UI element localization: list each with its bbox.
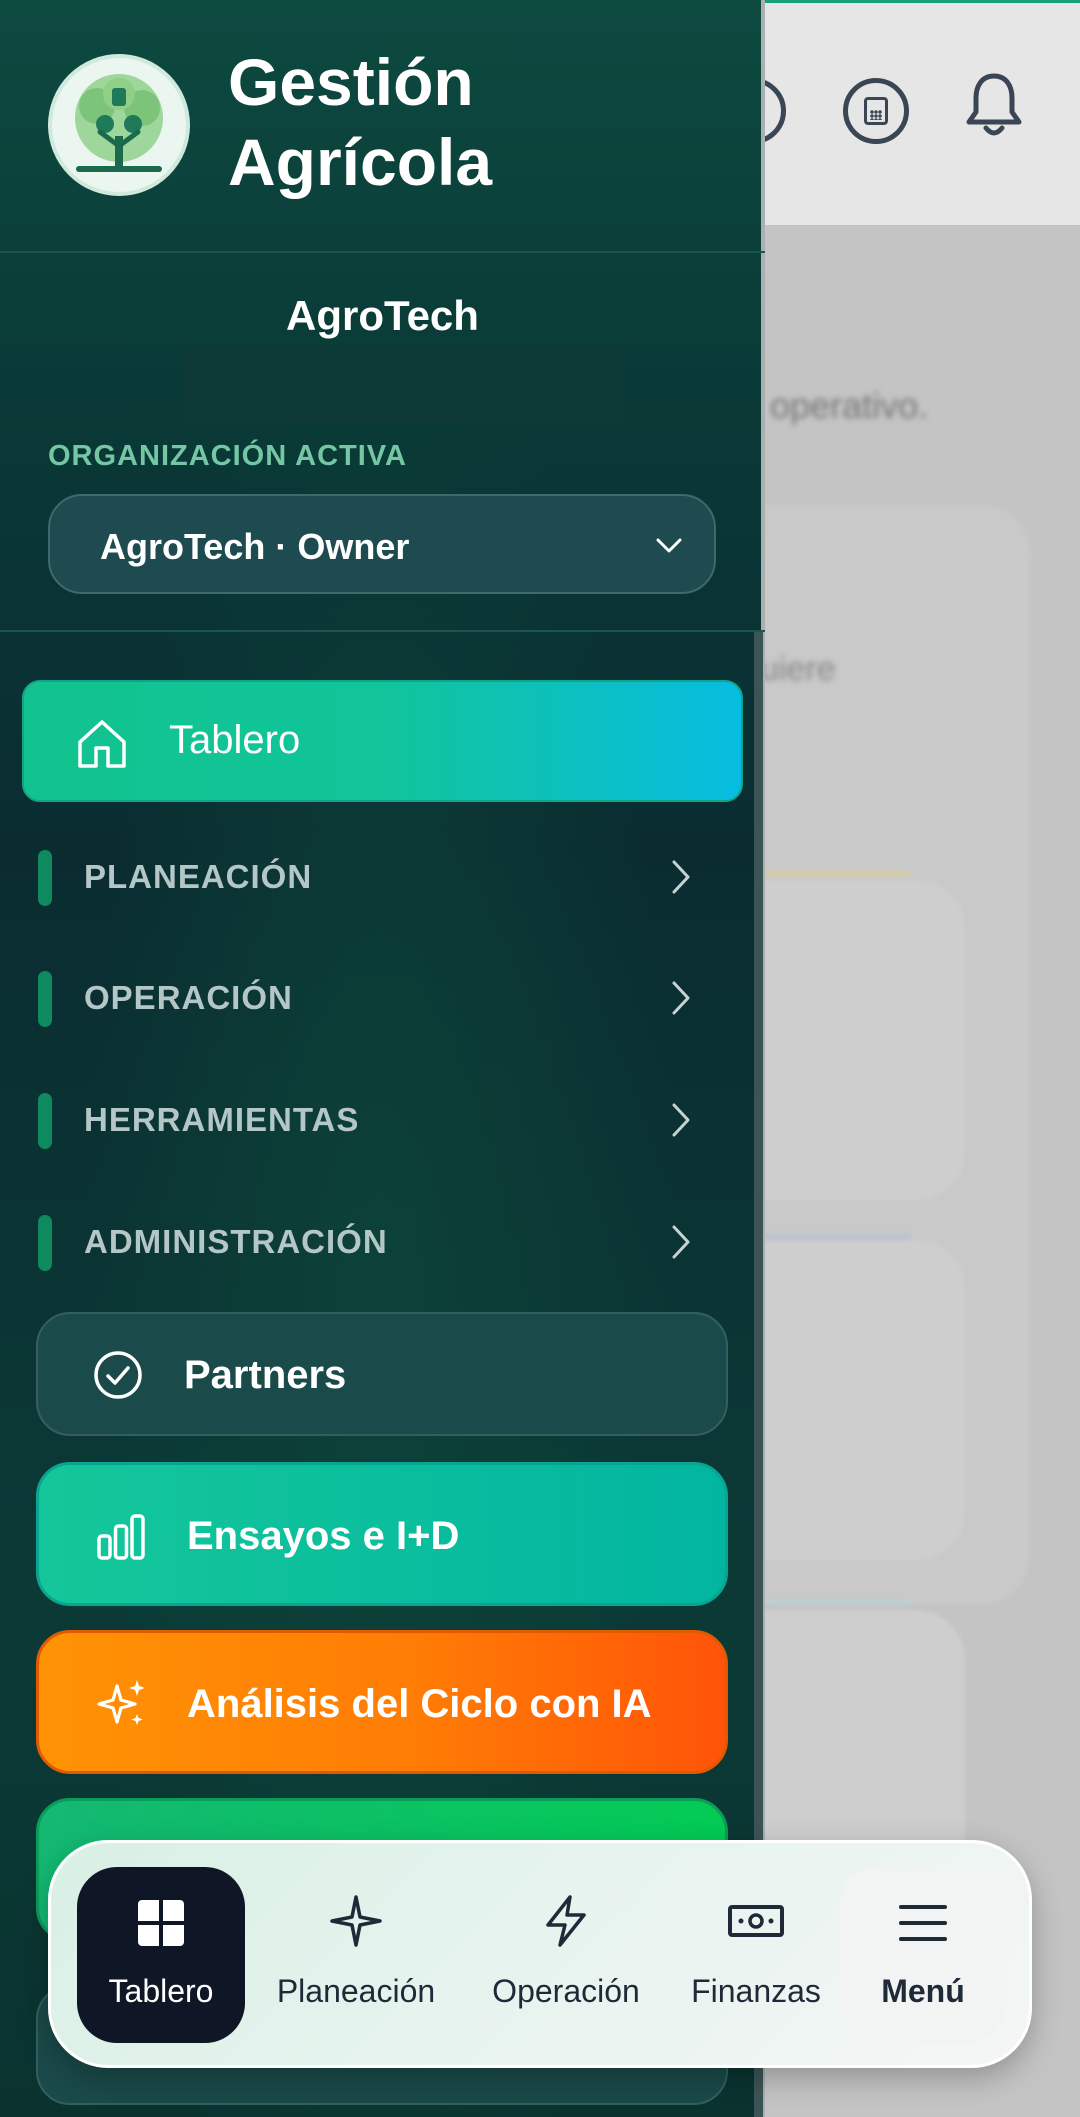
bottom-navigation: Tablero Planeación Operación Finanzas Me…	[48, 1840, 1032, 2068]
ai-analysis-button[interactable]: Análisis del Ciclo con IA	[36, 1630, 728, 1774]
nav-section-herramientas[interactable]: HERRAMIENTAS	[0, 1071, 765, 1161]
bottom-nav-label: Finanzas	[691, 1973, 821, 2009]
ensayos-button[interactable]: Ensayos e I+D	[36, 1462, 728, 1606]
brand-header: Gestión Agrícola	[0, 0, 765, 253]
bar-chart-icon	[97, 1514, 145, 1560]
grid-icon	[138, 1900, 184, 1946]
bottom-nav-tablero[interactable]: Tablero	[77, 1867, 245, 2043]
organization-name: AgroTech	[286, 292, 479, 339]
bell-icon[interactable]	[964, 70, 1024, 140]
chevron-right-icon	[672, 981, 690, 1015]
ensayos-label: Ensayos e I+D	[187, 1514, 460, 1558]
organization-subtitle-placeholder	[185, 345, 623, 423]
bottom-nav-finanzas[interactable]: Finanzas	[671, 1843, 841, 2071]
section-indicator	[38, 971, 52, 1027]
chevron-right-icon	[672, 860, 690, 894]
chevron-down-icon	[656, 538, 682, 553]
nav-section-administracion[interactable]: ADMINISTRACIÓN	[0, 1193, 765, 1283]
nav-item-tablero[interactable]: Tablero	[22, 680, 743, 802]
chevron-right-icon	[672, 1103, 690, 1137]
nav-item-label: Tablero	[169, 718, 301, 762]
divider	[0, 630, 765, 632]
partners-label: Partners	[184, 1353, 347, 1397]
organization-select[interactable]: AgroTech · Owner	[48, 494, 716, 594]
background-text: o operativo.	[740, 385, 929, 425]
app-title-line2: Agrícola	[228, 125, 493, 199]
section-label: ADMINISTRACIÓN	[84, 1223, 388, 1260]
section-indicator	[38, 850, 52, 906]
check-circle-icon	[94, 1351, 142, 1399]
section-label: OPERACIÓN	[84, 979, 293, 1016]
section-label: PLANEACIÓN	[84, 858, 313, 895]
partners-button[interactable]: Partners	[36, 1312, 728, 1436]
organization-select-value: AgroTech · Owner	[100, 526, 410, 567]
bottom-nav-label: Menú	[881, 1973, 965, 2009]
sparkle-icon	[330, 1895, 382, 1947]
ai-analysis-label: Análisis del Ciclo con IA	[187, 1682, 652, 1726]
organization-label: ORGANIZACIÓN ACTIVA	[48, 440, 407, 472]
calculator-icon[interactable]	[843, 78, 909, 144]
sparkles-icon	[97, 1680, 145, 1725]
side-drawer: Gestión Agrícola AgroTech ORGANIZACIÓN A…	[0, 0, 765, 2117]
app-title-line1: Gestión	[228, 45, 474, 119]
banknote-icon	[728, 1905, 784, 1937]
background-text: uiere	[760, 650, 836, 688]
bottom-nav-label: Planeación	[276, 1973, 436, 2009]
bottom-nav-menu[interactable]: Menú	[839, 1867, 1007, 2043]
bottom-nav-label: Tablero	[108, 1973, 214, 2009]
section-indicator	[38, 1215, 52, 1271]
home-icon	[78, 720, 126, 768]
nav-section-planeacion[interactable]: PLANEACIÓN	[0, 828, 765, 918]
bottom-nav-planeacion[interactable]: Planeación	[261, 1843, 451, 2071]
chevron-right-icon	[672, 1225, 690, 1259]
lightning-icon	[546, 1895, 586, 1947]
nav-section-operacion[interactable]: OPERACIÓN	[0, 949, 765, 1039]
app-title: Gestión Agrícola	[228, 42, 492, 202]
bottom-nav-operacion[interactable]: Operación	[471, 1843, 661, 2071]
section-label: HERRAMIENTAS	[84, 1101, 360, 1138]
logo	[48, 54, 190, 196]
menu-icon	[899, 1905, 947, 1941]
tree-logo-icon	[75, 74, 163, 172]
section-indicator	[38, 1093, 52, 1149]
bottom-nav-label: Operación	[492, 1973, 640, 2009]
